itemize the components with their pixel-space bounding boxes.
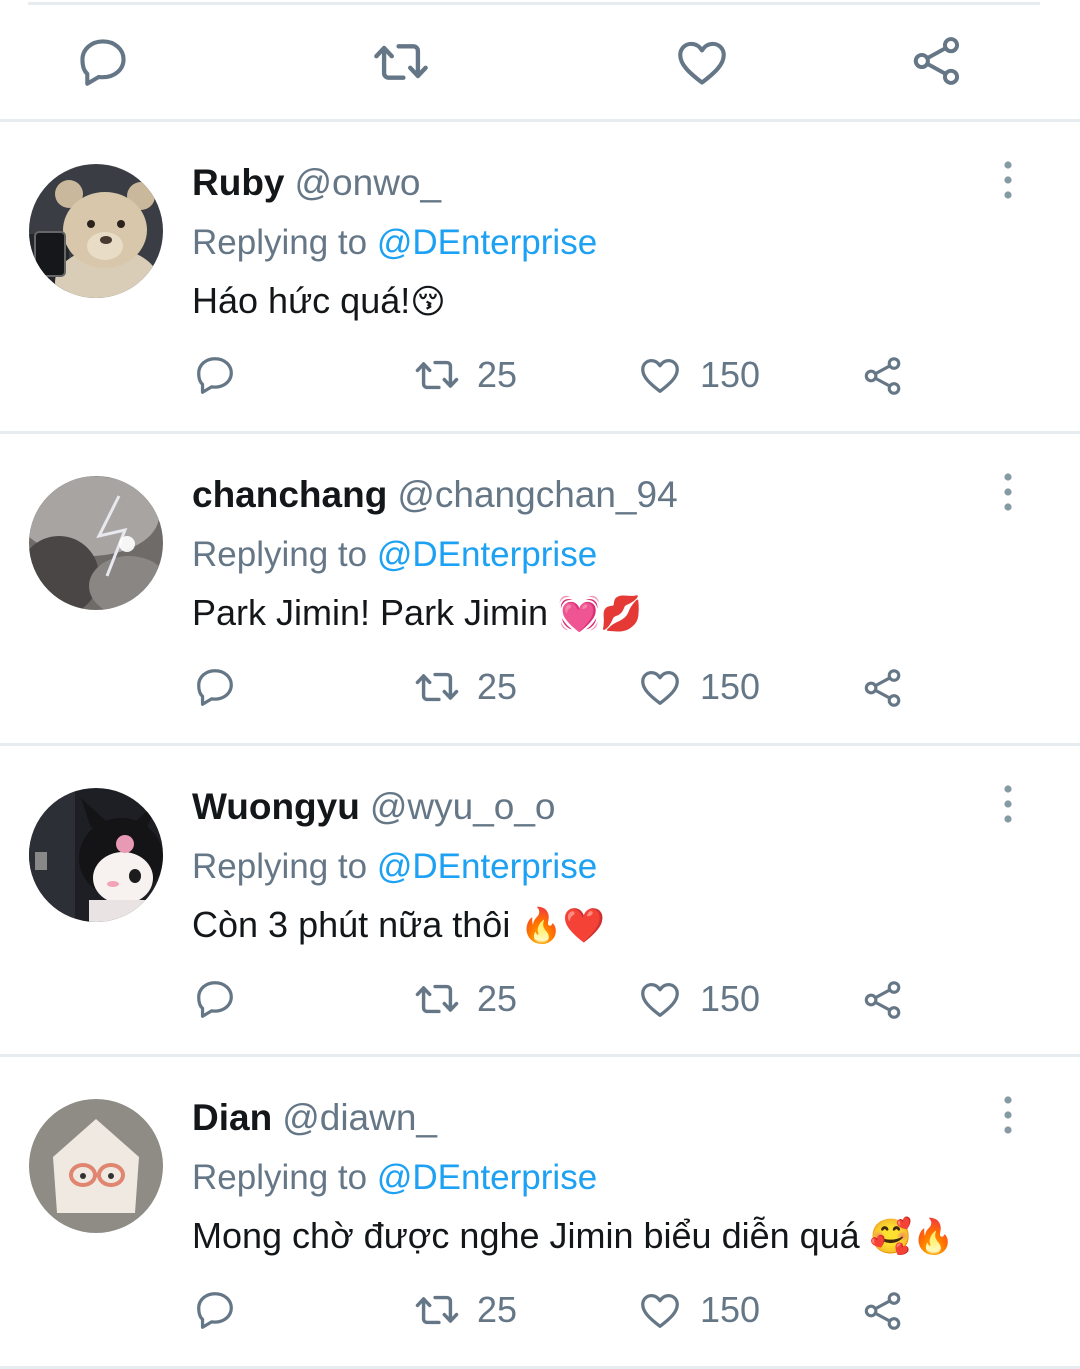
retweet-icon[interactable] [412,1287,462,1333]
replying-to-label: Replying to [192,1158,368,1197]
tweet-text: Háo hức quá!😚 [192,280,446,322]
share-icon[interactable] [860,978,906,1022]
tweet-body: Mong chờ được nghe Jimin biểu diễn quá [192,1215,870,1256]
emoji: 😚 [410,282,446,322]
like-icon[interactable] [637,352,683,398]
reply-tweet[interactable]: Ruby @onwo_ Replying to @DEnterprise Háo … [0,122,1080,434]
more-options-icon[interactable] [996,160,1020,200]
share-icon[interactable] [908,33,966,89]
mention-link[interactable]: @DEnterprise [377,1158,597,1197]
tweet-text: Park Jimin! Park Jimin 💓💋 [192,592,643,634]
share-icon[interactable] [860,354,906,398]
like-icon[interactable] [673,33,731,91]
retweet-icon[interactable] [370,33,432,91]
more-options-icon[interactable] [996,1095,1020,1135]
mention-link[interactable]: @DEnterprise [377,535,597,574]
reply-tweet[interactable]: Dian @diawn_ Replying to @DEnterprise Mon… [0,1057,1080,1369]
tweet-actions: 25 150 [0,654,1080,724]
tweet-actions: 25 150 [0,342,1080,412]
emoji: 🔥❤️ [520,906,605,946]
emoji: 🥰🔥 [869,1217,955,1257]
replying-to-label: Replying to [192,223,368,262]
like-count: 150 [700,666,761,707]
retweet-count: 25 [477,1289,518,1330]
reply-icon[interactable] [192,352,238,398]
display-name[interactable]: Dian [192,1097,272,1138]
avatar[interactable] [29,788,163,922]
display-name[interactable]: Ruby [192,162,285,203]
like-icon[interactable] [637,1287,683,1333]
more-options-icon[interactable] [996,784,1020,824]
reply-icon[interactable] [192,664,238,710]
reply-tweet[interactable]: Wuongyu @wyu_o_o Replying to @DEnterprise… [0,746,1080,1058]
reply-tweet[interactable]: chanchang @changchan_94 Replying to @DEnt… [0,434,1080,746]
main-tweet-actions [0,0,1080,120]
reply-icon[interactable] [192,1287,238,1333]
display-name[interactable]: Wuongyu [192,786,360,827]
tweet-actions: 25 150 [0,1277,1080,1347]
more-options-icon[interactable] [996,472,1020,512]
tweet-body: Còn 3 phút nữa thôi [192,904,521,945]
avatar[interactable] [29,476,163,610]
retweet-count: 25 [477,978,518,1019]
reply-icon[interactable] [192,976,238,1022]
mention-link[interactable]: @DEnterprise [377,847,597,886]
tweet-text: Còn 3 phút nữa thôi 🔥❤️ [192,904,605,946]
tweet-body: Park Jimin! Park Jimin [192,592,559,633]
like-count: 150 [700,354,761,395]
retweet-icon[interactable] [412,352,462,398]
replying-to-label: Replying to [192,535,368,574]
emoji: 💓💋 [558,594,643,634]
user-handle[interactable]: @onwo_ [295,162,442,203]
like-icon[interactable] [637,664,683,710]
user-handle[interactable]: @wyu_o_o [370,786,556,827]
retweet-count: 25 [477,354,518,395]
display-name[interactable]: chanchang [192,474,387,515]
retweet-icon[interactable] [412,664,462,710]
retweet-count: 25 [477,666,518,707]
mention-link[interactable]: @DEnterprise [377,223,597,262]
share-icon[interactable] [860,666,906,710]
avatar[interactable] [29,164,163,298]
tweet-actions: 25 150 [0,966,1080,1036]
like-icon[interactable] [637,976,683,1022]
avatar[interactable] [29,1099,163,1233]
tweet-body: Háo hức quá! [192,280,411,321]
replying-to-label: Replying to [192,847,368,886]
tweet-text: Mong chờ được nghe Jimin biểu diễn quá 🥰… [192,1215,954,1257]
like-count: 150 [700,1289,761,1330]
retweet-icon[interactable] [412,976,462,1022]
like-count: 150 [700,978,761,1019]
share-icon[interactable] [860,1289,906,1333]
user-handle[interactable]: @diawn_ [282,1097,437,1138]
user-handle[interactable]: @changchan_94 [397,474,677,515]
reply-icon[interactable] [74,33,132,91]
